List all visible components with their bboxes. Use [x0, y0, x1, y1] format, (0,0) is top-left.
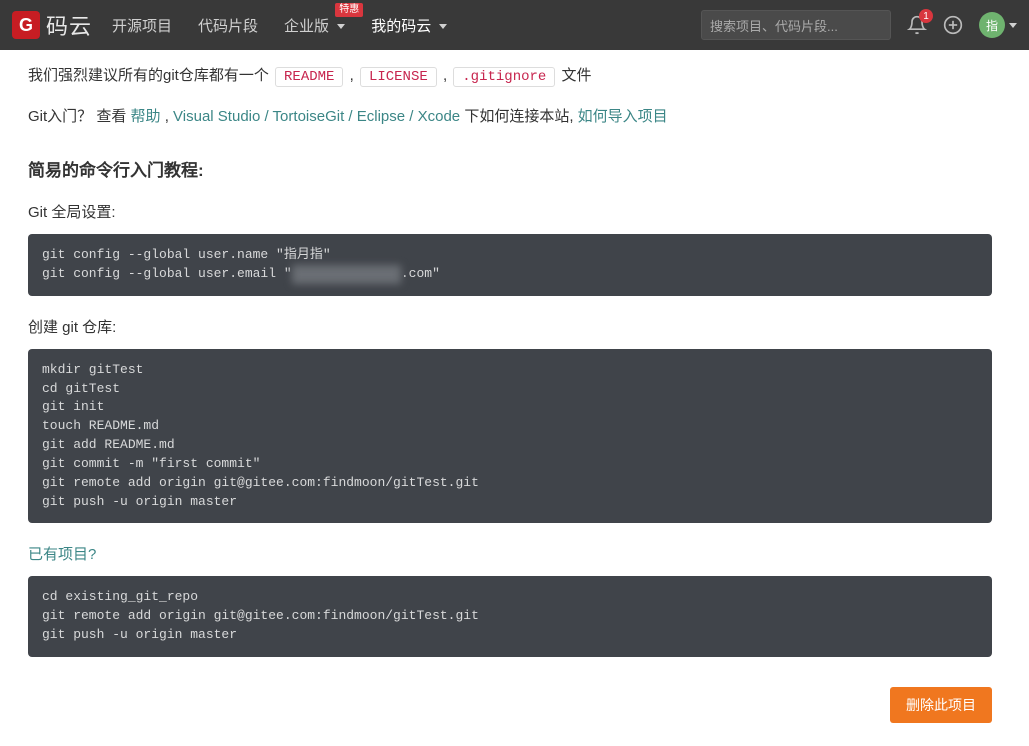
separator: ,: [350, 67, 358, 84]
chevron-down-icon: [439, 24, 447, 29]
tutorial-heading: 简易的命令行入门教程:: [28, 156, 992, 181]
separator: ,: [443, 67, 451, 84]
tag-gitignore: .gitignore: [453, 67, 555, 87]
topbar-right: 搜索项目、代码片段... 1 指: [701, 10, 1017, 40]
delete-project-button[interactable]: 删除此项目: [890, 687, 992, 723]
redacted-email: xxxxxxxxxxxxxx: [292, 265, 401, 284]
code-block-global[interactable]: git config --global user.name "指月指" git …: [28, 234, 992, 296]
footer-actions: 删除此项目: [28, 677, 992, 723]
search-input[interactable]: 搜索项目、代码片段...: [701, 10, 891, 40]
tag-license: LICENSE: [360, 67, 437, 87]
chevron-down-icon: [1009, 23, 1017, 28]
code-line: git config --global user.name "指月指": [42, 247, 331, 262]
nav-snippets[interactable]: 代码片段: [198, 15, 258, 36]
notifications-icon[interactable]: 1: [907, 15, 927, 35]
code-block-existing[interactable]: cd existing_git_repo git remote add orig…: [28, 576, 992, 657]
nav-enterprise[interactable]: 企业版 特惠: [284, 15, 345, 36]
separator: ,: [165, 108, 173, 125]
main-content: 我们强烈建议所有的git仓库都有一个 README , LICENSE , .g…: [0, 50, 1020, 746]
help-question: Git入门？ 查看: [28, 108, 131, 125]
nav-enterprise-label: 企业版: [284, 18, 329, 35]
chevron-down-icon: [337, 24, 345, 29]
nav-open-source[interactable]: 开源项目: [112, 15, 172, 36]
global-settings-title: Git 全局设置:: [28, 201, 992, 222]
suggestion-prefix: 我们强烈建议所有的git仓库都有一个: [28, 67, 273, 84]
logo-text: 码云: [46, 9, 92, 41]
avatar-circle: 指: [979, 12, 1005, 38]
logo-icon: G: [12, 11, 40, 39]
logo[interactable]: G 码云: [12, 9, 92, 41]
help-middle: 下如何连接本站,: [464, 108, 577, 125]
create-icon[interactable]: [943, 15, 963, 35]
code-line-suffix: .com": [401, 266, 440, 281]
notification-badge: 1: [919, 9, 933, 23]
nav-my[interactable]: 我的码云: [371, 15, 447, 36]
clients-link[interactable]: Visual Studio / TortoiseGit / Eclipse / …: [173, 108, 460, 125]
create-repo-title: 创建 git 仓库:: [28, 316, 992, 337]
help-line: Git入门？ 查看 帮助 , Visual Studio / TortoiseG…: [28, 105, 992, 126]
avatar[interactable]: 指: [979, 12, 1017, 38]
nav-my-label: 我的码云: [371, 18, 431, 35]
code-block-create[interactable]: mkdir gitTest cd gitTest git init touch …: [28, 349, 992, 524]
import-link[interactable]: 如何导入项目: [578, 108, 668, 125]
search-placeholder: 搜索项目、代码片段...: [710, 16, 838, 35]
nav-links: 开源项目 代码片段 企业版 特惠 我的码云: [112, 15, 447, 36]
suggestion-line: 我们强烈建议所有的git仓库都有一个 README , LICENSE , .g…: [28, 64, 992, 87]
code-line-prefix: git config --global user.email ": [42, 266, 292, 281]
promo-badge: 特惠: [335, 3, 363, 17]
top-navbar: G 码云 开源项目 代码片段 企业版 特惠 我的码云 搜索项目、代码片段... …: [0, 0, 1029, 50]
help-link[interactable]: 帮助: [131, 108, 161, 125]
suggestion-suffix: 文件: [561, 67, 591, 84]
tag-readme: README: [275, 67, 343, 87]
existing-project-title[interactable]: 已有项目?: [28, 543, 992, 564]
